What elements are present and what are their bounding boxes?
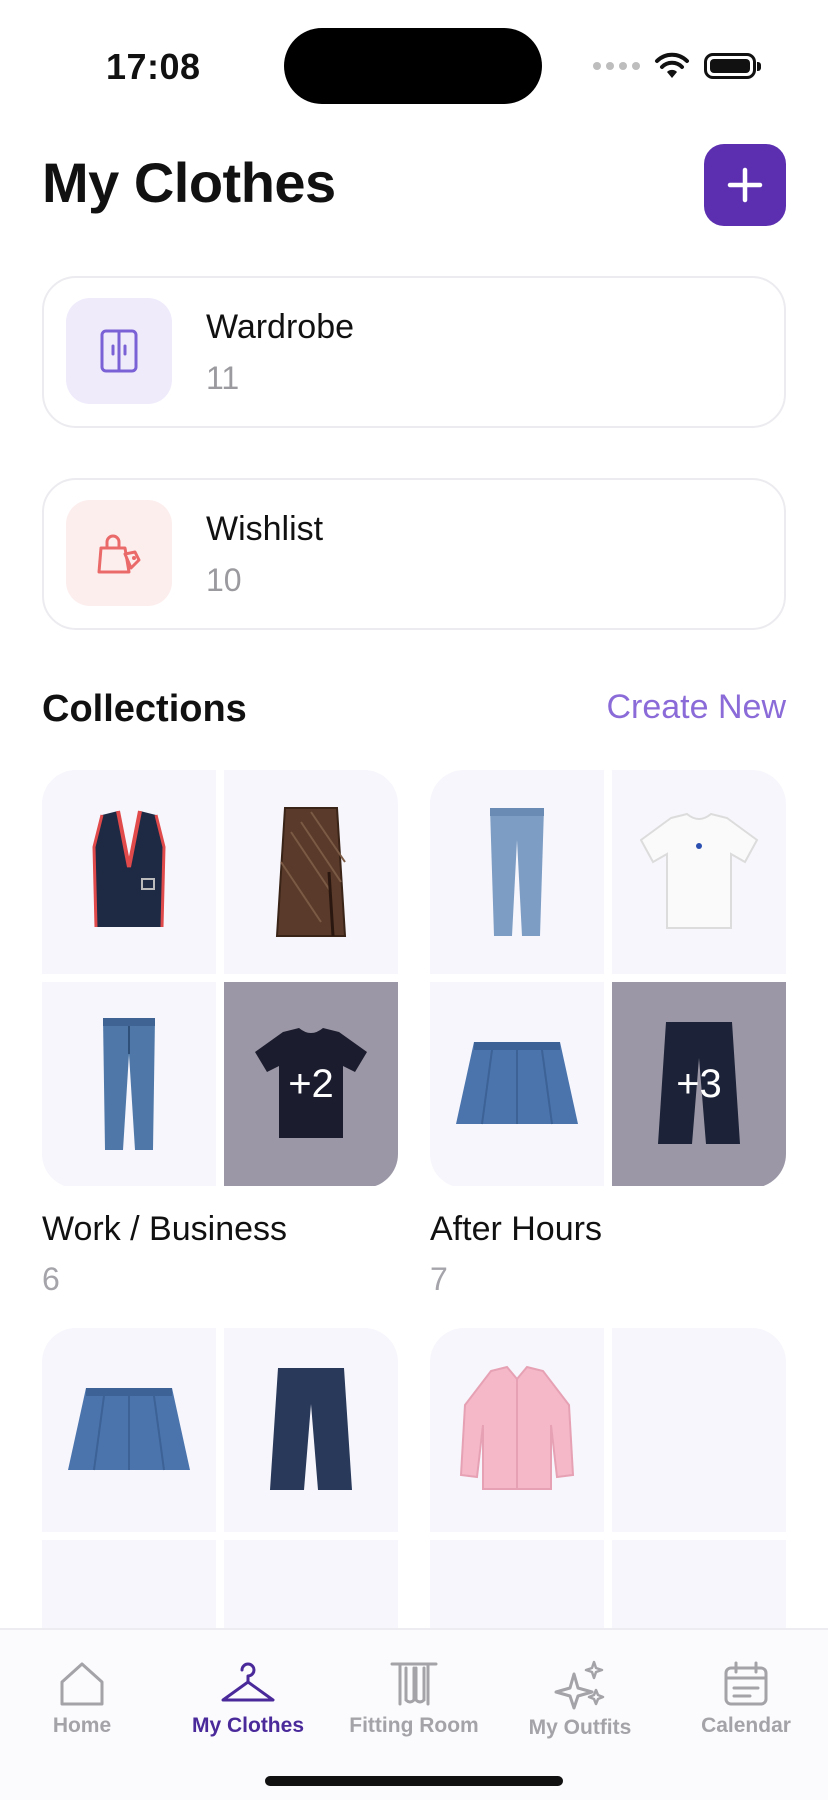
wardrobe-icon [100,329,138,373]
wishlist-icon-box [66,500,172,606]
collection-empty-tile [612,1328,786,1532]
plus-icon [727,167,763,203]
home-indicator [265,1776,563,1786]
wardrobe-count: 11 [206,360,240,396]
more-count: +2 [288,1061,334,1106]
wishlist-count: 10 [206,562,242,598]
page-title: My Clothes [42,151,336,214]
status-time: 17:08 [106,46,201,87]
collection-more-tile: +3 [612,982,786,1186]
collection-item-tshirt-white [612,770,786,974]
tab-label: My Clothes [191,1714,304,1737]
tab-label: My Outfits [528,1716,632,1739]
wardrobe-card[interactable]: Wardrobe 11 [42,276,786,428]
collection-count: 6 [42,1261,60,1297]
wardrobe-title: Wardrobe [206,308,355,346]
collection-item-denim-skirt [430,982,604,1186]
collection-card[interactable]: +3 After Hours 7 [430,770,786,1298]
collection-item-denim-skirt [42,1328,216,1532]
collections-title: Collections [42,688,247,730]
collection-item-wide-jeans-dark [224,1328,398,1532]
more-count: +3 [676,1061,722,1106]
collection-item-vest [42,770,216,974]
dynamic-island [284,28,542,104]
calendar-icon [724,1661,768,1706]
battery-icon [704,53,761,79]
tab-label: Home [52,1714,112,1737]
add-button[interactable] [704,144,786,226]
tab-my-clothes[interactable]: My Clothes [165,1660,331,1738]
tab-calendar[interactable]: Calendar [663,1660,828,1738]
collection-count: 7 [430,1261,448,1297]
collection-item-shirt-pink [430,1328,604,1532]
sparkles-icon [554,1660,605,1710]
hanger-icon [221,1662,275,1702]
create-new-link[interactable]: Create New [606,688,786,727]
collection-item-jeans [430,770,604,974]
collection-preview-grid: +3 [430,770,786,1188]
collection-name: Work / Business [42,1210,288,1248]
wifi-icon [655,52,689,78]
tab-label: Calendar [701,1714,791,1737]
wardrobe-icon-box [66,298,172,404]
tab-bar: Home My Clothes Fitting Room My Outfits … [0,1628,828,1800]
cellular-signal-icon [593,62,640,70]
status-icons [593,52,761,80]
status-bar: 17:08 [0,0,828,130]
wishlist-card[interactable]: Wishlist 10 [42,478,786,630]
collection-item-skirt-brown [224,770,398,974]
collection-more-tile: +2 [224,982,398,1186]
clothes-rack-icon [390,1662,438,1706]
collection-card[interactable]: +2 Work / Business 6 [42,770,398,1298]
collection-item-jeans [42,982,216,1186]
wishlist-title: Wishlist [206,510,324,548]
tab-home[interactable]: Home [0,1660,165,1738]
tab-label: Fitting Room [349,1714,479,1737]
tab-fitting-room[interactable]: Fitting Room [331,1660,497,1738]
collection-name: After Hours [430,1210,602,1248]
home-icon [60,1662,104,1706]
tab-my-outfits[interactable]: My Outfits [497,1660,663,1740]
collection-preview-grid: +2 [42,770,398,1188]
shopping-bag-tag-icon [97,534,141,574]
